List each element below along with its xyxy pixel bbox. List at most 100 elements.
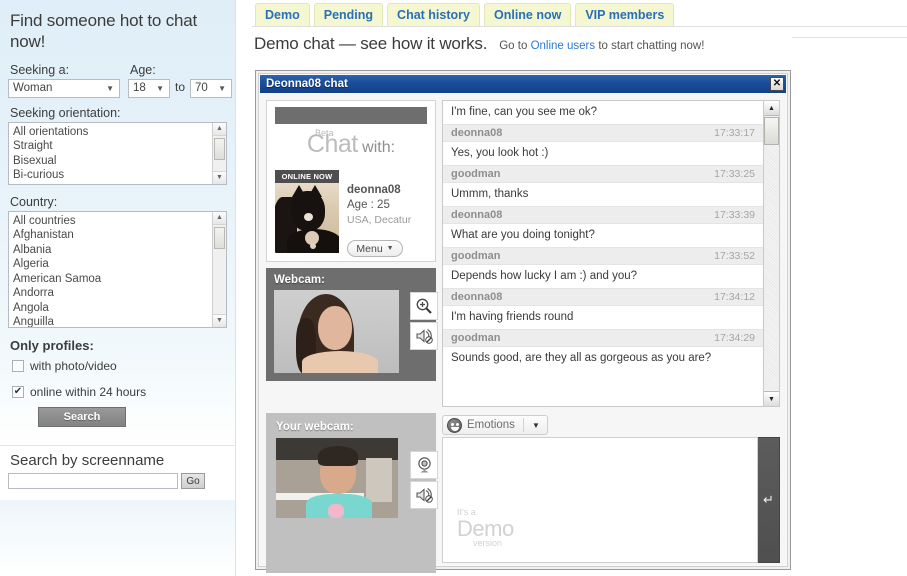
message-header: goodman 17:33:52 (443, 247, 763, 265)
seeking-select[interactable]: Woman ▼ (8, 78, 120, 98)
message-time: 17:33:17 (714, 127, 755, 139)
message-time: 17:34:12 (714, 291, 755, 303)
beta-label: Beta (315, 128, 334, 138)
message-scrollbar[interactable]: ▲ ▼ (764, 100, 780, 407)
chevron-down-icon: ▼ (218, 83, 227, 93)
orientation-listbox[interactable]: All orientations Straight Bisexual Bi-cu… (8, 121, 227, 185)
message-user: deonna08 (451, 291, 503, 303)
own-video-hair (318, 446, 358, 466)
sidebar-heading: Find someone hot to chat now! (10, 11, 198, 52)
country-scrollbar[interactable]: ▲ ▼ (212, 211, 226, 327)
avatar-wrapper: ONLINE NOW (275, 170, 339, 257)
message-input[interactable]: It's a Demo version (442, 437, 758, 563)
profile-name: deonna08 (347, 184, 401, 196)
online-users-link[interactable]: Online users (531, 40, 596, 52)
subtitle-prefix: Go to (499, 40, 531, 52)
profile-row: ONLINE NOW deonna08 Age: 25 USA, Decatu… (271, 166, 431, 257)
chevron-down-icon: ▼ (531, 420, 540, 430)
own-webcam-video[interactable] (276, 438, 398, 518)
chat-window-inner: Deonna08 chat ✕ Beta Chat with: ONLINE N… (258, 73, 788, 573)
tab-chat-history[interactable]: Chat history (387, 3, 480, 27)
online24-checkbox[interactable]: ✔ (12, 385, 24, 398)
age-to-label: to (175, 80, 186, 94)
message-time: 17:33:25 (714, 168, 755, 180)
scroll-down-icon[interactable]: ▼ (764, 391, 779, 406)
chevron-down-icon: ▼ (156, 83, 164, 93)
photo-video-checkbox[interactable] (12, 359, 24, 372)
list-item[interactable]: Afghanistan (9, 228, 226, 243)
photo-video-row[interactable]: with photo/video (12, 359, 227, 373)
message-time: 17:34:29 (714, 332, 755, 344)
tab-vip-members[interactable]: VIP members (575, 3, 675, 27)
menu-button[interactable]: Menu ▼ (347, 240, 403, 257)
list-item[interactable]: All orientations (9, 125, 226, 140)
own-webcam-controls (410, 451, 438, 511)
profile-location: USA, Decatur (347, 214, 412, 226)
list-item[interactable]: All countries (9, 214, 226, 229)
list-item[interactable]: Angola (9, 301, 226, 316)
smiley-icon (447, 417, 462, 433)
country-listbox[interactable]: All countries Afghanistan Albania Algeri… (8, 210, 227, 328)
scroll-up-icon[interactable]: ▲ (764, 101, 779, 116)
list-item[interactable]: Albania (9, 243, 226, 258)
orientation-scrollbar[interactable]: ▲ ▼ (212, 122, 226, 184)
send-button[interactable]: ↵ (758, 437, 780, 563)
online24-label: online within 24 hours (30, 384, 147, 399)
tab-pending[interactable]: Pending (313, 3, 384, 27)
message-header: deonna08 17:34:12 (443, 288, 763, 306)
webcam-icon[interactable] (410, 451, 438, 479)
message-column: I'm fine, can you see me ok? deonna08 17… (442, 100, 780, 407)
scrollbar-thumb[interactable] (764, 117, 779, 145)
message-list[interactable]: I'm fine, can you see me ok? deonna08 17… (442, 100, 764, 407)
list-item[interactable]: Bisexual (9, 154, 226, 169)
age-to-select[interactable]: 70 ▼ (190, 78, 233, 98)
list-item[interactable]: American Samoa (9, 272, 226, 287)
close-icon[interactable]: ✕ (770, 77, 784, 91)
profile-panel: Beta Chat with: ONLINE NOW deonna08 Age … (266, 100, 436, 262)
tab-demo[interactable]: Demo (255, 3, 310, 27)
only-profiles-label: Only profiles: (10, 337, 94, 353)
list-item[interactable]: Algeria (9, 257, 226, 272)
scrollbar-thumb[interactable] (214, 137, 225, 160)
online24-row[interactable]: ✔ online within 24 hours (12, 385, 227, 399)
zoom-in-icon[interactable] (410, 292, 438, 320)
header-divider (792, 37, 907, 38)
seeking-label: Seeking a: (10, 62, 70, 77)
scrollbar-track[interactable] (764, 146, 779, 390)
remote-webcam-video[interactable] (274, 290, 399, 373)
chat-body: Beta Chat with: ONLINE NOW deonna08 Age … (260, 94, 786, 573)
go-button[interactable]: Go (181, 473, 205, 489)
sound-muted-icon[interactable] (410, 322, 438, 350)
screenname-input[interactable] (8, 473, 178, 489)
list-item[interactable]: Straight (9, 139, 226, 154)
chat-window: Deonna08 chat ✕ Beta Chat with: ONLINE N… (255, 70, 791, 573)
age-from-select[interactable]: 18 ▼ (128, 78, 170, 98)
scroll-up-icon[interactable]: ▲ (213, 211, 226, 225)
sound-muted-icon[interactable] (410, 481, 438, 509)
message-header: goodman 17:34:29 (443, 329, 763, 347)
webcam-label: Webcam: (274, 274, 325, 286)
tab-online-now[interactable]: Online now (483, 3, 572, 27)
list-item[interactable]: Bi-curious (9, 168, 226, 183)
demo-watermark: It's a Demo version (457, 508, 514, 548)
avatar[interactable] (275, 183, 339, 253)
list-item[interactable]: Anguilla (9, 315, 226, 327)
emotions-button[interactable]: Emotions ▼ (442, 415, 548, 435)
message-header: deonna08 17:33:39 (443, 206, 763, 224)
scroll-down-icon[interactable]: ▼ (213, 170, 226, 184)
page-header: Demo chat — see how it works. Go to Onli… (252, 28, 907, 54)
seeking-value: Woman (13, 82, 53, 94)
search-button[interactable]: Search (38, 406, 126, 427)
scroll-up-icon[interactable]: ▲ (213, 122, 226, 136)
message-user: goodman (451, 250, 501, 262)
own-video-door (366, 458, 392, 502)
remote-webcam-panel: Webcam: (266, 268, 438, 381)
message-time: 17:33:39 (714, 209, 755, 221)
list-item[interactable]: Andorra (9, 286, 226, 301)
age-to-value: 70 (195, 82, 208, 94)
scroll-down-icon[interactable]: ▼ (213, 313, 226, 327)
orientation-options: All orientations Straight Bisexual Bi-cu… (9, 123, 226, 183)
online-now-badge: ONLINE NOW (275, 170, 339, 183)
scrollbar-thumb[interactable] (214, 226, 225, 249)
emotions-bar: Emotions ▼ (442, 413, 780, 437)
